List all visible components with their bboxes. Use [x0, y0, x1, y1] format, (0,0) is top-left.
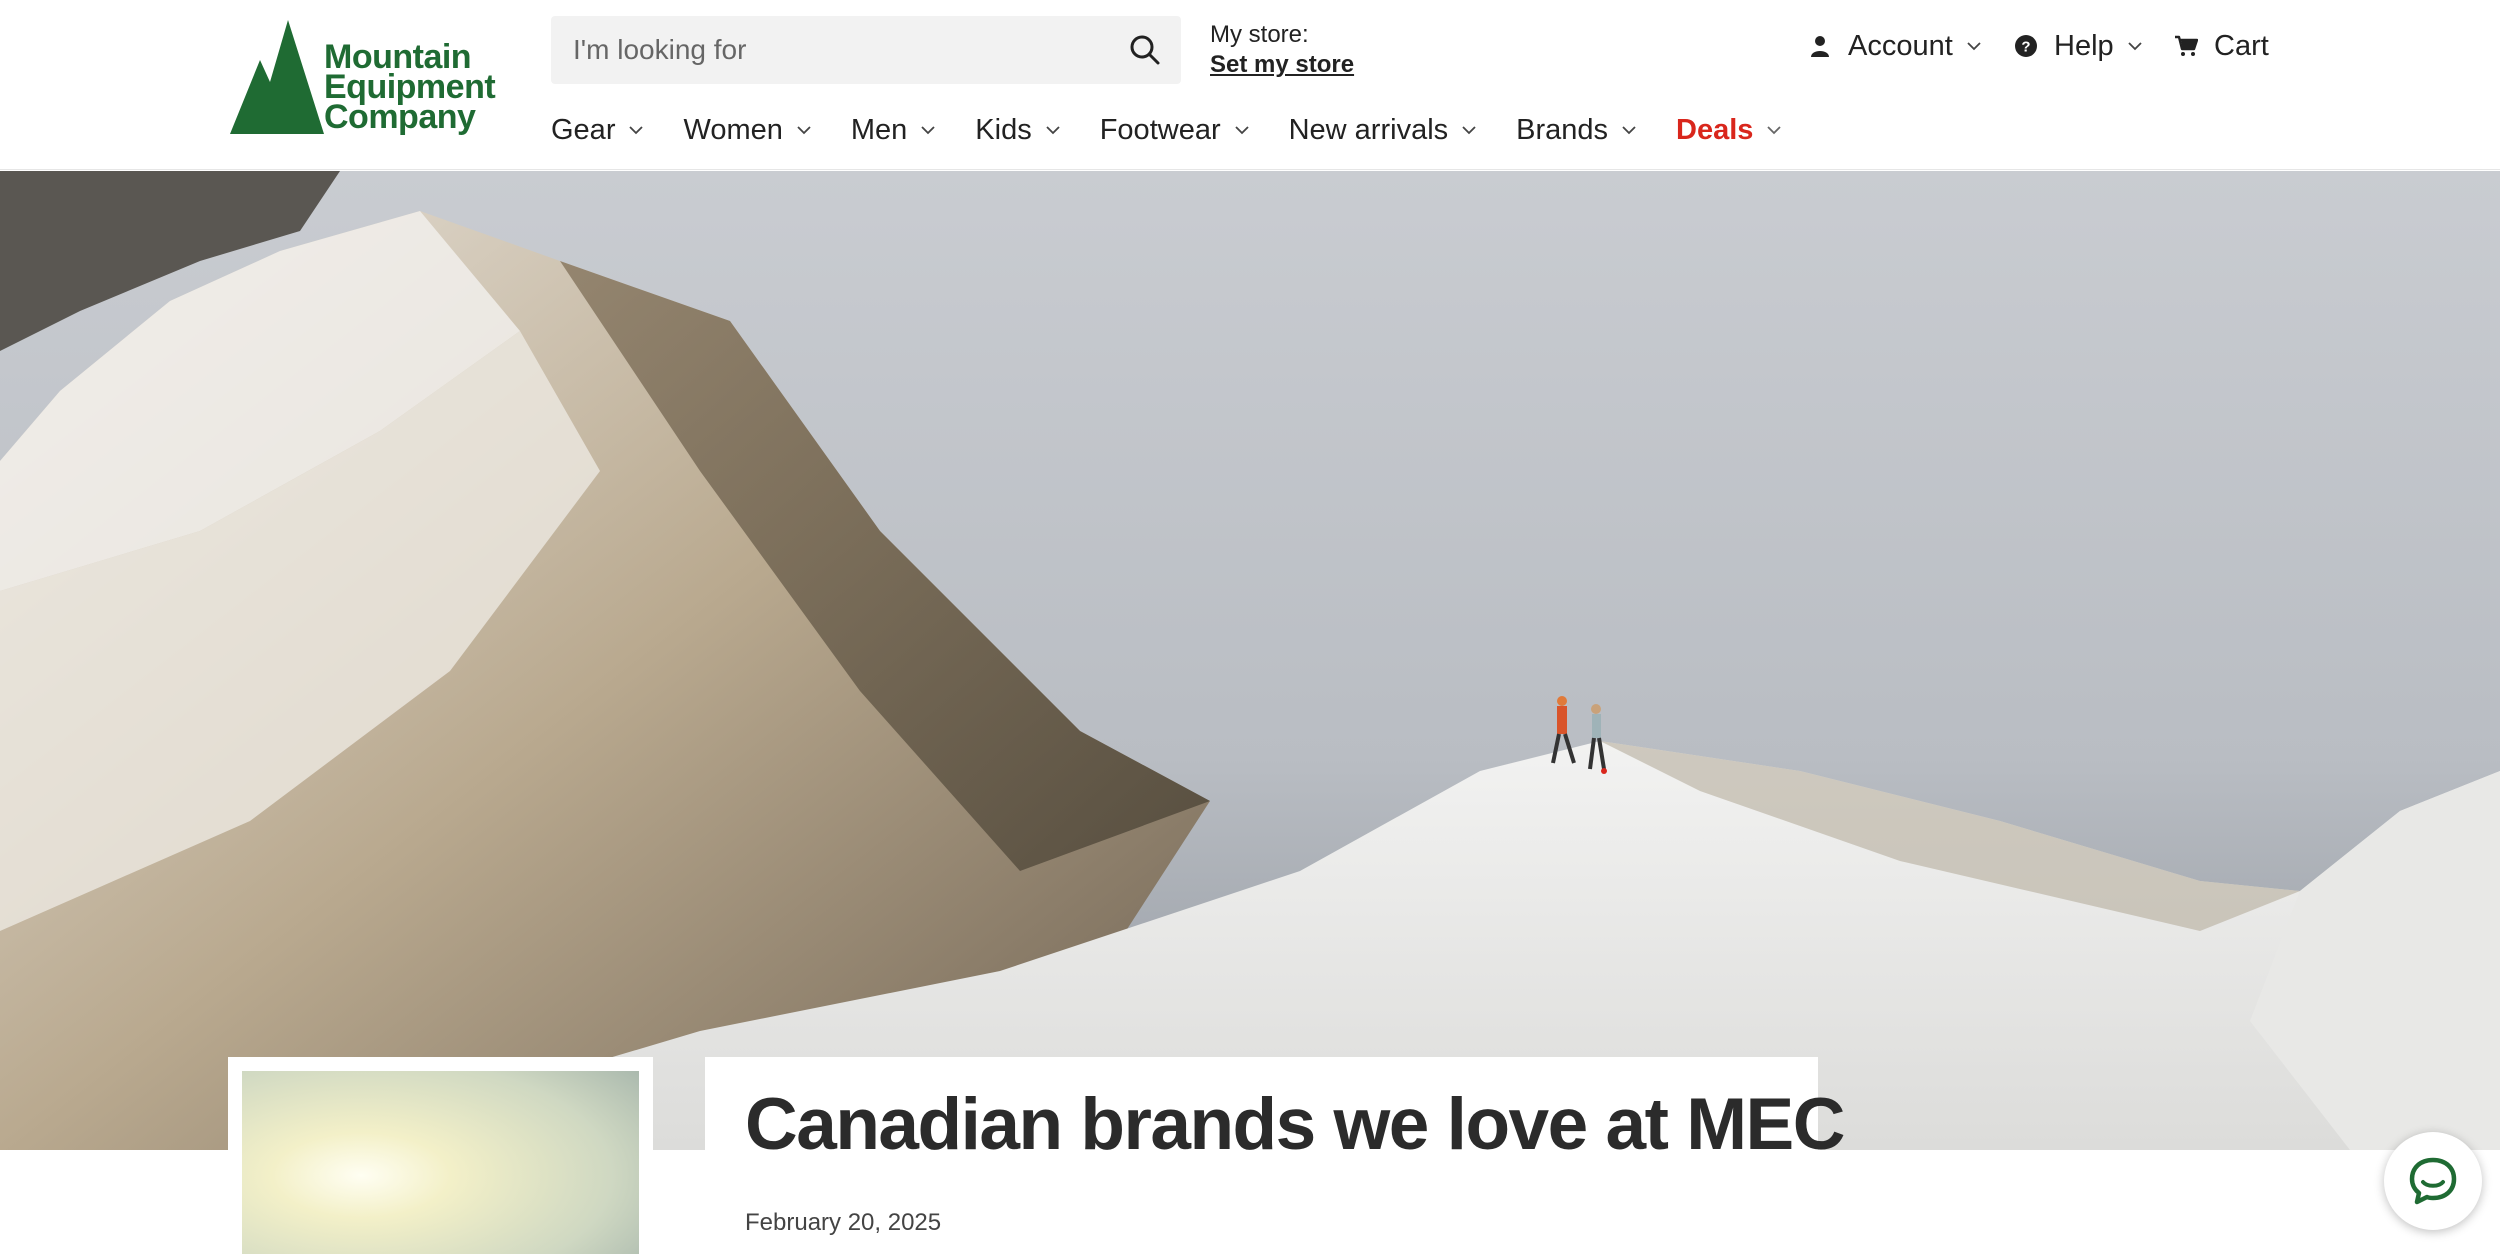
chevron-down-icon [629, 126, 644, 135]
mec-logo[interactable]: Mountain Equipment Company [230, 20, 500, 140]
nav-item-footwear[interactable]: Footwear [1100, 114, 1251, 147]
nav-item-men[interactable]: Men [851, 114, 937, 147]
chevron-down-icon [1767, 126, 1782, 135]
chevron-down-icon [1967, 42, 1981, 51]
logo-text: Mountain Equipment Company [324, 40, 496, 136]
chevron-down-icon [797, 126, 811, 135]
user-icon [1811, 36, 1829, 57]
nav-item-brands[interactable]: Brands [1516, 114, 1638, 147]
nav-item-gear[interactable]: Gear [551, 114, 645, 147]
help-menu[interactable]: ? Help [2014, 26, 2144, 66]
help-label: Help [2054, 29, 2114, 62]
search-input[interactable] [551, 16, 1111, 84]
article-thumbnail [242, 1071, 639, 1254]
nav-label: Brands [1516, 113, 1609, 146]
nav-label: Footwear [1099, 113, 1221, 146]
nav-label: Kids [975, 113, 1032, 146]
nav-label: New arrivals [1288, 113, 1449, 146]
mountain-logo-icon [230, 20, 324, 134]
article-date: February 20, 2025 [745, 1209, 942, 1236]
chat-icon [2409, 1157, 2457, 1205]
help-icon: ? [2015, 35, 2037, 57]
nav-item-new-arrivals[interactable]: New arrivals [1289, 114, 1479, 147]
nav-label: Gear [551, 113, 616, 146]
article-title: Canadian brands we love at MEC [745, 1084, 1845, 1165]
cart-link[interactable]: Cart [2174, 26, 2269, 66]
chat-button[interactable] [2384, 1132, 2482, 1230]
store-label: My store: [1210, 21, 1309, 48]
nav-item-kids[interactable]: Kids [975, 114, 1061, 147]
chevron-down-icon [1462, 126, 1476, 135]
chevron-down-icon [1622, 126, 1636, 135]
search-bar [551, 16, 1181, 84]
nav-label: Men [850, 113, 908, 146]
nav-label: Deals [1676, 113, 1754, 146]
site-header: Mountain Equipment Company My store: Set… [0, 0, 2500, 170]
store-selector: My store: Set my store [1210, 20, 1354, 80]
chevron-down-icon [921, 126, 935, 135]
hero-image [0, 171, 2500, 1150]
main-nav: Gear Women Men Kids Footwear New arrival… [551, 110, 1821, 150]
logo-line-3: Company [324, 98, 476, 136]
set-my-store-link[interactable]: Set my store [1210, 50, 1354, 80]
search-icon[interactable] [1127, 32, 1163, 68]
chevron-down-icon [2128, 42, 2142, 51]
nav-item-women[interactable]: Women [683, 114, 812, 147]
chevron-down-icon [1234, 126, 1249, 135]
nav-item-deals[interactable]: Deals [1676, 114, 1783, 147]
chevron-down-icon [1046, 126, 1060, 135]
account-menu[interactable]: Account [1808, 26, 1983, 66]
nav-label: Women [683, 113, 783, 146]
cart-icon [2175, 35, 2198, 56]
cart-label: Cart [2214, 29, 2269, 62]
article-header-card: Canadian brands we love at MEC February … [705, 1057, 1845, 1254]
account-label: Account [1848, 29, 1953, 62]
svg-text:?: ? [2021, 39, 2030, 56]
